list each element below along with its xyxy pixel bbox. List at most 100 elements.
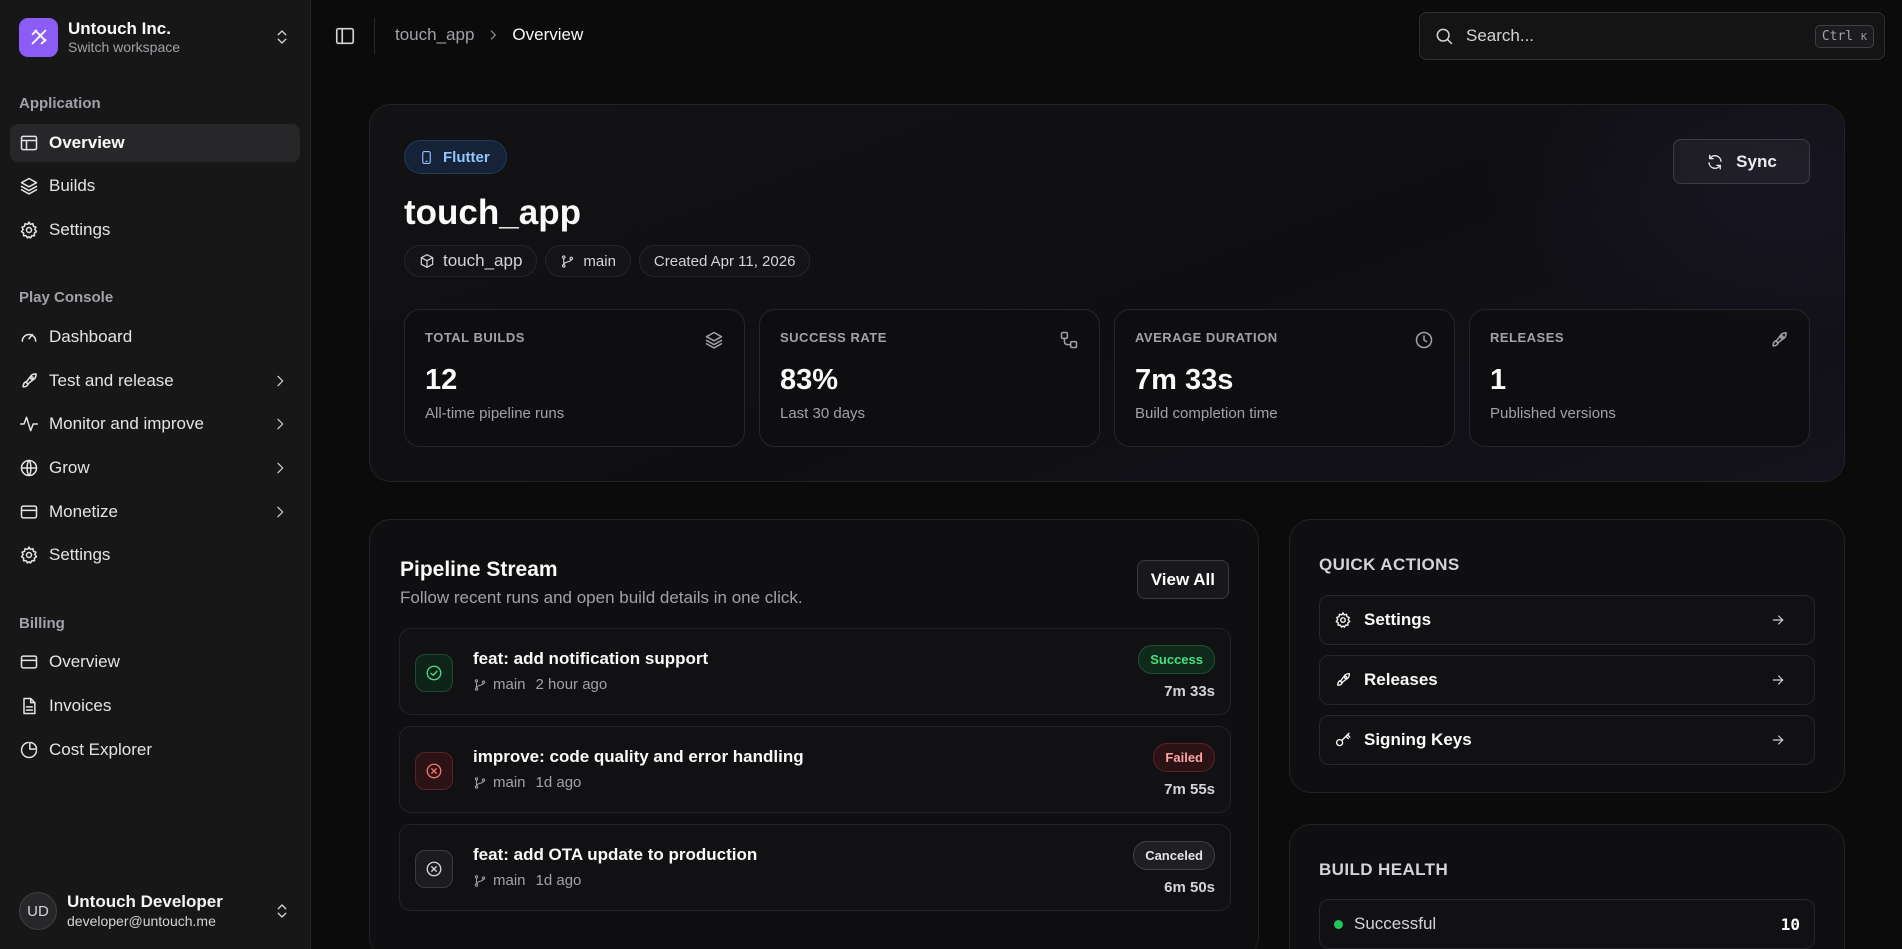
arrow-right-icon: [1772, 675, 1784, 685]
quick-action-label: Releases: [1364, 670, 1438, 689]
workflow-icon: [1060, 331, 1078, 349]
sidebar: Untouch Inc. Switch workspace Applicatio…: [0, 0, 311, 949]
workspace-switcher[interactable]: Untouch Inc. Switch workspace: [19, 17, 291, 57]
view-all-button[interactable]: View All: [1136, 560, 1229, 599]
sidebar-item-label: Builds: [49, 176, 96, 195]
quick-action-settings[interactable]: Settings: [1319, 595, 1815, 645]
sidebar-item-label: Monetize: [49, 502, 118, 521]
run-title: improve: code quality and error handling: [473, 747, 804, 766]
gauge-icon: [21, 333, 37, 342]
activity-icon: [19, 416, 39, 432]
sidebar-item-test-and-release[interactable]: Test and release: [10, 362, 300, 400]
sidebar-item-invoices[interactable]: Invoices: [10, 687, 300, 725]
sidebar-item-grow[interactable]: Grow: [10, 449, 300, 487]
smartphone-icon: [422, 150, 431, 164]
shortcut-key: K: [1860, 31, 1867, 43]
run-time: 2 hour ago: [535, 676, 608, 693]
search-icon: [1436, 28, 1453, 45]
key-icon: [1335, 732, 1351, 747]
group-label-application: Application: [19, 95, 101, 112]
sync-label: Sync: [1736, 151, 1777, 171]
sidebar-item-label: Cost Explorer: [49, 740, 152, 759]
quick-action-label: Signing Keys: [1364, 730, 1472, 749]
pipeline-run-item[interactable]: improve: code quality and error handling…: [399, 726, 1231, 813]
workspace-name: Untouch Inc.: [68, 18, 171, 38]
shortcut-modifier: Ctrl: [1821, 28, 1854, 44]
search-box[interactable]: Ctrl K: [1419, 12, 1885, 60]
stat-value: 83%: [780, 364, 839, 396]
build-health-card: BUILD HEALTH Successful 10: [1289, 824, 1845, 949]
git-branch-icon: [474, 678, 486, 691]
git-branch-icon: [562, 254, 574, 268]
sidebar-item-monetize[interactable]: Monetize: [10, 493, 300, 531]
status-badge: Success: [1138, 645, 1215, 674]
stat-subtitle: Build completion time: [1135, 405, 1278, 422]
sidebar-item-label: Settings: [49, 545, 111, 564]
sidebar-item-dashboard[interactable]: Dashboard: [10, 318, 300, 356]
stat-success-rate: SUCCESS RATE 83% Last 30 days: [759, 309, 1100, 447]
sidebar-toggle-button[interactable]: [334, 25, 356, 47]
stats-row: TOTAL BUILDS 12 All-time pipeline runs S…: [404, 309, 1810, 447]
sidebar-item-label: Test and release: [49, 371, 174, 390]
sidebar-item-label: Dashboard: [49, 327, 133, 346]
sidebar-item-settings[interactable]: Settings: [10, 211, 300, 249]
run-time: 1d ago: [535, 774, 582, 791]
user-name: Untouch Developer: [67, 892, 223, 911]
stat-label: TOTAL BUILDS: [425, 330, 525, 345]
health-label: Successful: [1354, 914, 1437, 933]
stat-subtitle: Published versions: [1490, 405, 1616, 422]
page-title: touch_app: [404, 193, 581, 232]
app-overview-card: Flutter touch_app touch_app main Created…: [369, 104, 1845, 482]
sidebar-item-monitor-and-improve[interactable]: Monitor and improve: [10, 405, 300, 443]
x-circle-icon: [426, 763, 442, 779]
git-branch-icon: [474, 776, 486, 789]
sidebar-item-label: Grow: [49, 458, 90, 477]
sidebar-item-billing-overview[interactable]: Overview: [10, 643, 300, 681]
card-icon: [20, 505, 38, 519]
stat-value: 12: [425, 364, 458, 396]
layers-icon: [20, 177, 38, 195]
sidebar-item-overview[interactable]: Overview: [10, 124, 300, 162]
check-circle-icon: [426, 665, 442, 681]
sync-button[interactable]: Sync: [1673, 139, 1810, 184]
breadcrumb-parent-link[interactable]: touch_app: [395, 25, 474, 45]
sidebar-item-label: Monitor and improve: [49, 414, 204, 433]
chevrons-up-down-icon: [277, 30, 287, 44]
pipeline-run-item[interactable]: feat: add OTA update to production main …: [399, 824, 1231, 911]
quick-action-releases[interactable]: Releases: [1319, 655, 1815, 705]
rocket-icon: [22, 373, 37, 388]
run-status-icon: [415, 752, 453, 790]
branch-chip: main: [545, 245, 631, 277]
run-duration: 6m 50s: [1164, 879, 1215, 896]
sidebar-item-label: Overview: [49, 133, 125, 152]
breadcrumb: touch_app Overview: [395, 25, 583, 45]
chevron-right-icon: [277, 418, 284, 430]
run-branch: main: [493, 774, 526, 791]
sidebar-item-cost-explorer[interactable]: Cost Explorer: [10, 731, 300, 769]
stat-total-builds: TOTAL BUILDS 12 All-time pipeline runs: [404, 309, 745, 447]
avatar: UD: [19, 892, 57, 930]
user-menu[interactable]: UD Untouch Developer developer@untouch.m…: [19, 890, 291, 932]
health-value: 10: [1780, 914, 1800, 934]
group-label-play-console: Play Console: [19, 289, 114, 306]
search-shortcut: Ctrl K: [1814, 24, 1874, 48]
breadcrumb-current: Overview: [512, 25, 584, 44]
build-health-title: BUILD HEALTH: [1319, 860, 1449, 879]
quick-action-label: Settings: [1364, 610, 1432, 629]
git-branch-icon: [474, 874, 486, 887]
search-input[interactable]: [1466, 26, 1815, 46]
quick-action-signing-keys[interactable]: Signing Keys: [1319, 715, 1815, 765]
chevron-right-icon: [277, 375, 284, 387]
stat-label: RELEASES: [1490, 330, 1565, 345]
pipeline-run-item[interactable]: feat: add notification support main 2 ho…: [399, 628, 1231, 715]
run-duration: 7m 33s: [1164, 683, 1215, 700]
package-name: touch_app: [443, 251, 523, 270]
clock-icon: [1415, 331, 1433, 349]
status-badge: Failed: [1153, 743, 1215, 772]
stat-label: AVERAGE DURATION: [1135, 330, 1278, 345]
stat-releases: RELEASES 1 Published versions: [1469, 309, 1810, 447]
card-icon: [20, 655, 38, 669]
status-badge: Canceled: [1133, 841, 1215, 870]
sidebar-item-builds[interactable]: Builds: [10, 167, 300, 205]
sidebar-item-play-settings[interactable]: Settings: [10, 536, 300, 574]
